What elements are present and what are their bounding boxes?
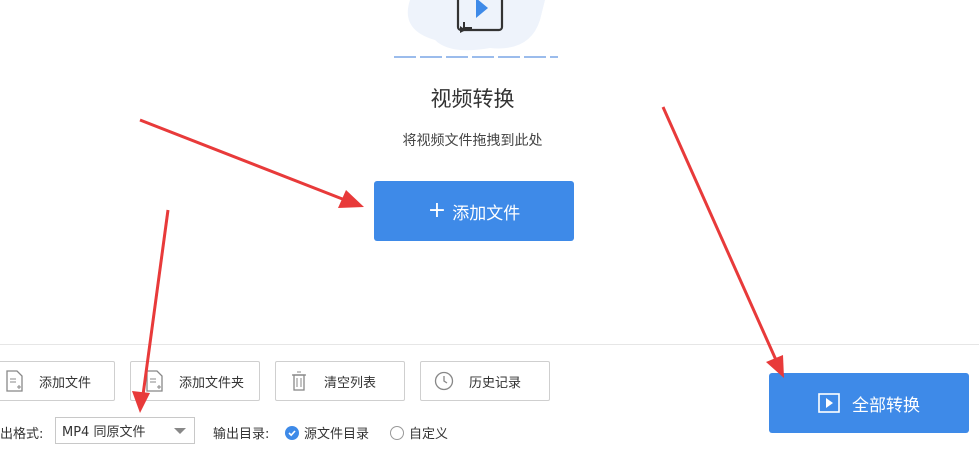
arrowhead-add-file — [338, 190, 364, 208]
page-title: 视频转换 — [430, 87, 515, 111]
check-icon — [285, 425, 299, 440]
convert-all-button[interactable]: 全部转换 — [769, 373, 969, 433]
add-file-main-button[interactable]: + 添加文件 — [374, 181, 574, 241]
add-file-icon — [3, 369, 25, 393]
add-folder-icon — [143, 369, 165, 393]
video-illustration — [394, 0, 558, 58]
radio-custom-dir[interactable]: 自定义 — [390, 423, 448, 442]
divider — [0, 344, 979, 345]
clock-icon — [433, 369, 455, 393]
radio-source-dir-label: 源文件目录 — [304, 427, 370, 442]
convert-all-label: 全部转换 — [852, 395, 920, 416]
output-format-value: MP4 同原文件 — [62, 425, 146, 440]
drop-hint: 将视频文件拖拽到此处 — [402, 133, 543, 149]
radio-empty-icon — [390, 425, 404, 440]
add-file-button[interactable]: 添加文件 — [0, 361, 115, 401]
history-label: 历史记录 — [469, 375, 522, 391]
clear-list-label: 清空列表 — [324, 375, 377, 391]
chevron-down-icon — [174, 428, 186, 434]
output-format-label: 出格式: — [0, 427, 44, 442]
trash-icon — [288, 369, 310, 393]
radio-custom-dir-label: 自定义 — [409, 427, 449, 442]
add-folder-button[interactable]: 添加文件夹 — [130, 361, 260, 401]
play-icon — [818, 393, 840, 413]
radio-source-dir[interactable]: 源文件目录 — [285, 423, 369, 442]
add-folder-label: 添加文件夹 — [179, 375, 245, 391]
add-file-main-label: 添加文件 — [452, 203, 521, 224]
output-format-select[interactable]: MP4 同原文件 — [55, 417, 195, 444]
output-dir-label: 输出目录: — [213, 427, 270, 442]
clear-list-button[interactable]: 清空列表 — [275, 361, 405, 401]
history-button[interactable]: 历史记录 — [420, 361, 550, 401]
plus-icon: + — [427, 198, 447, 223]
add-file-label: 添加文件 — [39, 375, 92, 391]
